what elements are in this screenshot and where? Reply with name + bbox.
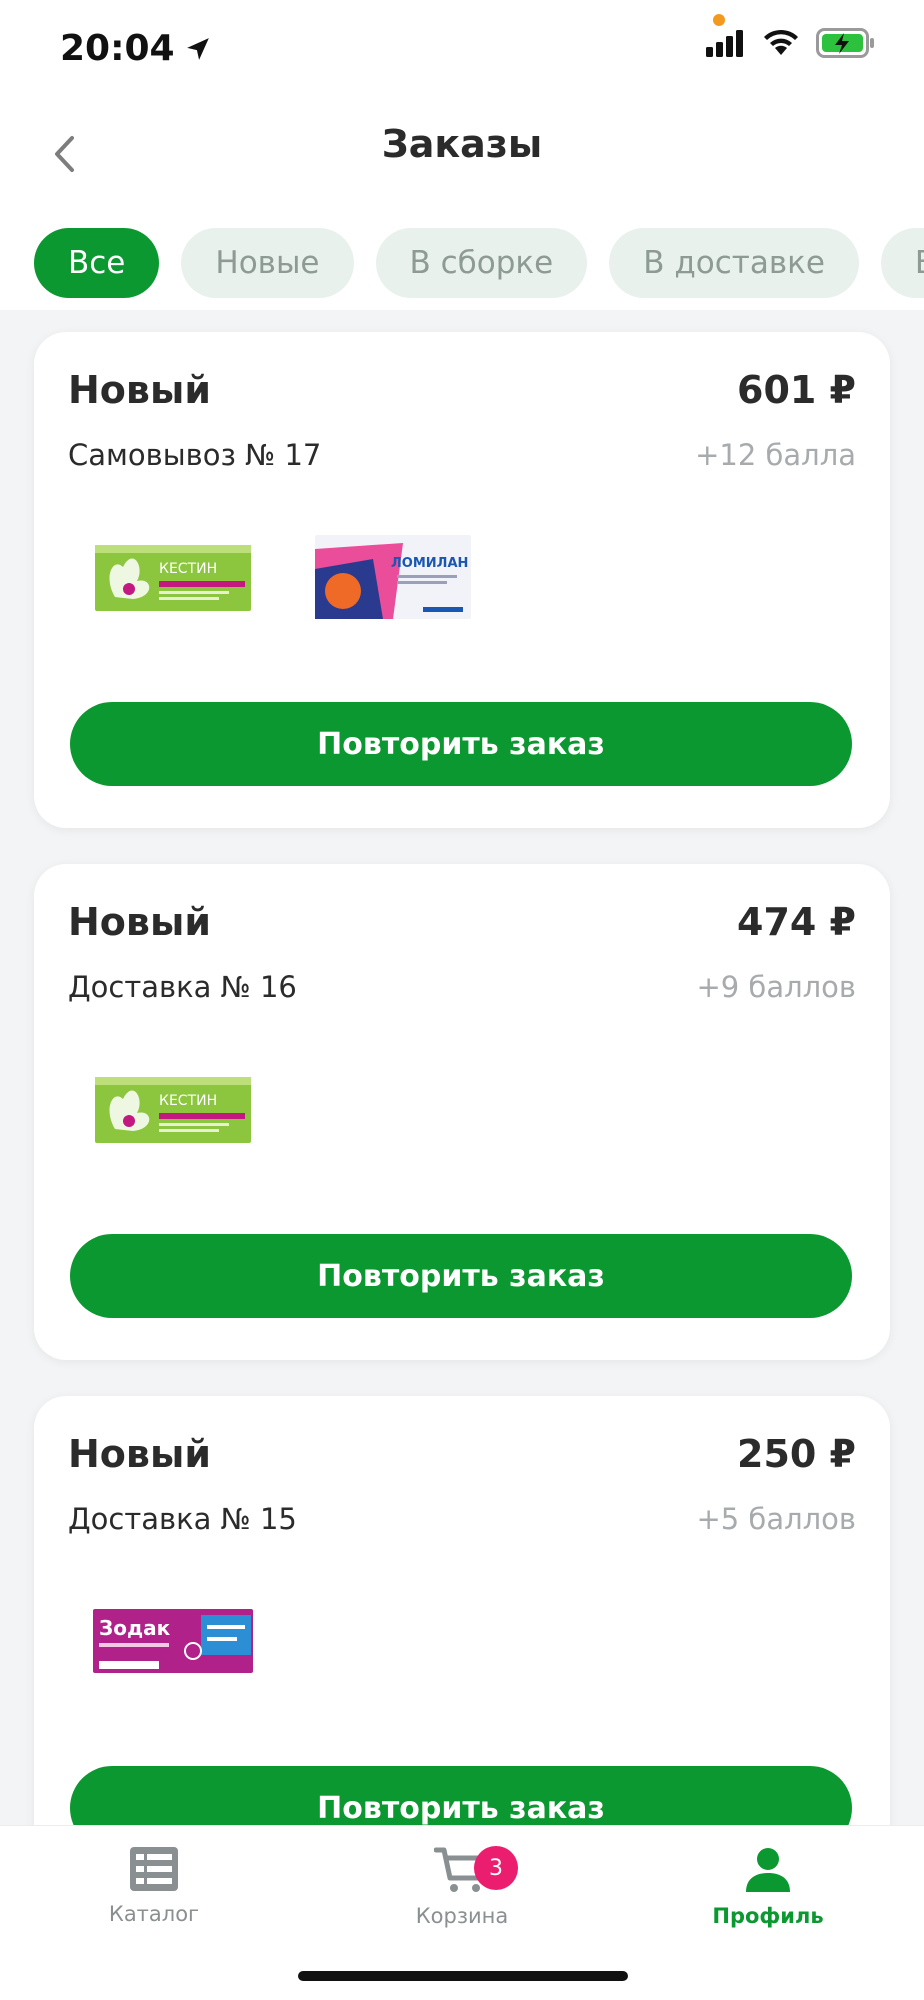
nav-catalog[interactable]: Каталог (54, 1846, 254, 1926)
status-time: 20:04 (60, 28, 211, 69)
tab-new[interactable]: Новые (181, 228, 354, 298)
location-arrow-icon (186, 37, 209, 60)
nav-profile-label: Профиль (712, 1904, 824, 1928)
privacy-indicator-dot (713, 14, 725, 26)
order-type: Доставка № 15 (68, 1502, 297, 1536)
order-bonus: +5 баллов (696, 1502, 856, 1536)
order-price: 250 ₽ (737, 1432, 856, 1476)
order-status: Новый (68, 1432, 211, 1476)
nav-cart[interactable]: 3 Корзина (362, 1846, 562, 1928)
order-price: 601 ₽ (737, 368, 856, 412)
kestin-box-icon: КЕСТИН (95, 545, 251, 611)
order-type: Доставка № 16 (68, 970, 297, 1004)
svg-text:КЕСТИН: КЕСТИН (159, 561, 217, 577)
lomilan-box-icon: ЛОМИЛАН (315, 535, 471, 619)
home-indicator[interactable] (298, 1971, 628, 1981)
order-products: Зодак (88, 1586, 258, 1696)
order-status: Новый (68, 900, 211, 944)
product-thumbnail[interactable]: КЕСТИН (88, 522, 258, 632)
status-time-text: 20:04 (60, 28, 175, 69)
tab-assembling[interactable]: В сборке (375, 228, 588, 298)
tab-issued[interactable]: Вы (880, 228, 924, 298)
order-products: КЕСТИН (88, 1054, 258, 1164)
battery-charging-icon (816, 28, 874, 58)
list-icon (130, 1847, 178, 1891)
cart-count-badge: 3 (474, 1846, 518, 1890)
cellular-signal-icon (706, 30, 743, 57)
tab-all[interactable]: Все (34, 228, 160, 298)
orders-list[interactable]: Новый 601 ₽ Самовывоз № 17 +12 балла КЕС… (0, 310, 924, 1825)
person-icon (746, 1848, 790, 1892)
order-card[interactable]: Новый 474 ₽ Доставка № 16 +9 баллов КЕСТ… (34, 864, 890, 1360)
filter-tabs-bar: Все Новые В сборке В доставке Вы (0, 210, 924, 310)
status-bar: 20:04 (0, 0, 924, 100)
page-title: Заказы (381, 122, 543, 166)
nav-catalog-label: Каталог (108, 1902, 200, 1926)
order-status: Новый (68, 368, 211, 412)
svg-text:КЕСТИН: КЕСТИН (159, 1093, 217, 1109)
order-card[interactable]: Новый 250 ₽ Доставка № 15 +5 баллов Зода… (34, 1396, 890, 1825)
svg-text:ЛОМИЛАН: ЛОМИЛАН (391, 556, 468, 571)
nav-profile[interactable]: Профиль (668, 1846, 868, 1928)
status-icons (706, 28, 876, 58)
repeat-order-button[interactable]: Повторить заказ (70, 702, 852, 786)
filter-tabs: Все Новые В сборке В доставке Вы (34, 228, 924, 298)
product-thumbnail[interactable]: КЕСТИН (88, 1054, 258, 1164)
kestin-box-icon: КЕСТИН (95, 1077, 251, 1143)
repeat-order-button[interactable]: Повторить заказ (70, 1766, 852, 1825)
navigation-header: Заказы (0, 100, 924, 210)
product-thumbnail[interactable]: Зодак (88, 1586, 258, 1696)
zodak-box-icon: Зодак (93, 1609, 253, 1673)
order-card[interactable]: Новый 601 ₽ Самовывоз № 17 +12 балла КЕС… (34, 332, 890, 828)
repeat-order-button[interactable]: Повторить заказ (70, 1234, 852, 1318)
order-price: 474 ₽ (737, 900, 856, 944)
svg-text:Зодак: Зодак (99, 1616, 171, 1640)
tab-delivering[interactable]: В доставке (609, 228, 859, 298)
wifi-icon (764, 29, 798, 55)
order-bonus: +9 баллов (696, 970, 856, 1004)
order-products: КЕСТИН ЛОМИЛАН (88, 522, 478, 632)
order-bonus: +12 балла (695, 438, 856, 472)
product-thumbnail[interactable]: ЛОМИЛАН (308, 522, 478, 632)
order-type: Самовывоз № 17 (68, 438, 322, 472)
nav-cart-label: Корзина (415, 1904, 509, 1928)
